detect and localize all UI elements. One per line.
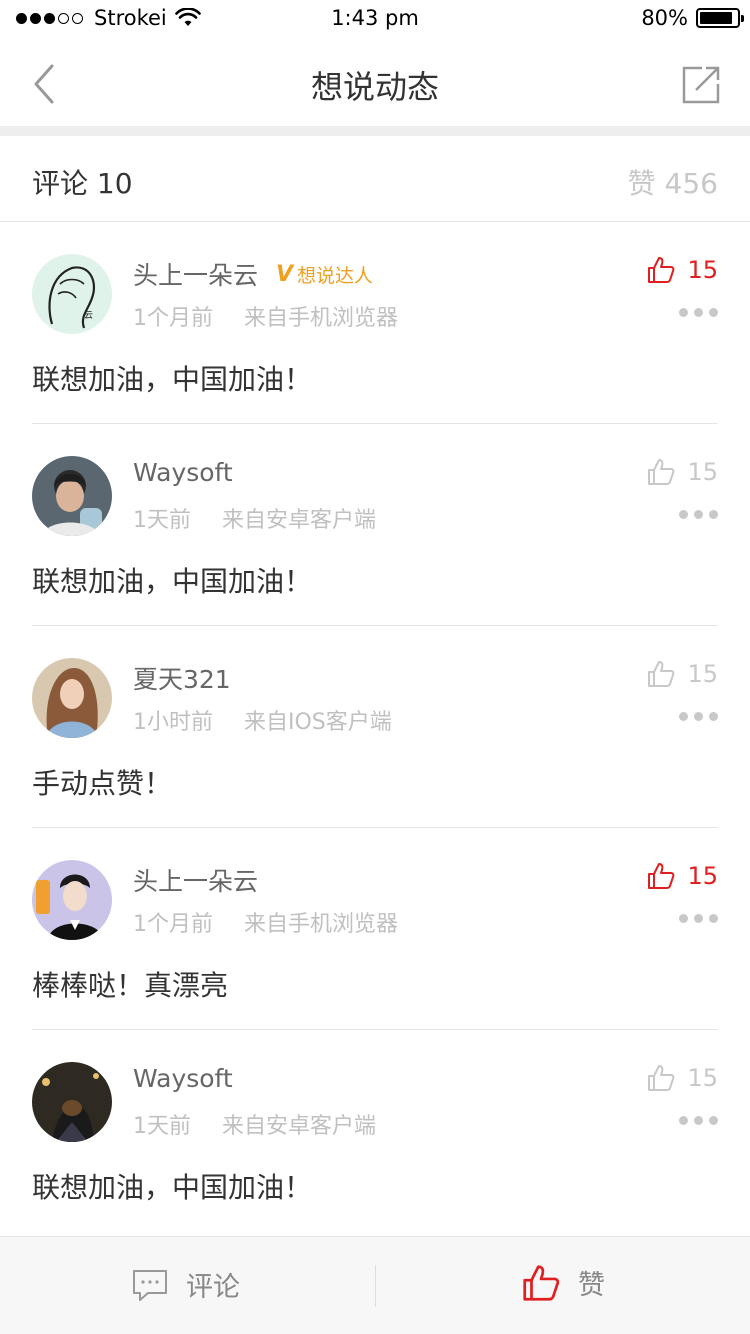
like-number: 15	[687, 862, 718, 890]
comment-item: Waysoft 1天前 来自安卓客户端 15 联想加油，中国加油！	[0, 424, 750, 626]
thumbs-up-icon	[648, 1065, 675, 1091]
status-time: 1:43 pm	[331, 6, 419, 30]
username[interactable]: Waysoft	[133, 458, 233, 487]
like-button[interactable]: 15	[647, 862, 718, 890]
username[interactable]: Waysoft	[133, 1064, 233, 1093]
like-button[interactable]: 15	[647, 1064, 718, 1092]
more-options-icon[interactable]	[673, 712, 718, 721]
avatar[interactable]	[32, 456, 112, 536]
share-icon[interactable]	[682, 66, 720, 104]
comment-meta: 1个月前 来自手机浏览器	[133, 906, 398, 938]
battery-status: 80%	[641, 6, 744, 30]
like-number: 15	[687, 660, 718, 688]
more-options-icon[interactable]	[673, 1116, 718, 1125]
comment-item: Waysoft 1天前 来自安卓客户端 15 联想加油，中国加油！	[0, 1030, 750, 1232]
username-text: Waysoft	[133, 1064, 233, 1093]
comment-list: 云 头上一朵云 V 想说达人 1个月前 来自手机浏览器 15 联想加油，中国加油…	[0, 222, 750, 1232]
thumbs-up-icon	[648, 459, 675, 485]
avatar[interactable]	[32, 1062, 112, 1142]
nav-bar: 想说动态	[0, 40, 750, 126]
like-button-label: 赞	[578, 1270, 605, 1301]
divider	[375, 1265, 376, 1307]
comment-bubble-icon	[133, 1269, 167, 1301]
comment-button-label: 评论	[186, 1272, 240, 1303]
like-action-button[interactable]: 赞	[522, 1263, 605, 1302]
like-button[interactable]: 15	[647, 660, 718, 688]
comment-meta: 1天前 来自安卓客户端	[133, 502, 376, 534]
comment-text: 联想加油，中国加油！	[32, 1171, 313, 1204]
like-count: 赞 456	[627, 167, 718, 200]
thumbs-up-icon	[648, 257, 675, 283]
battery-percent: 80%	[641, 6, 688, 30]
like-number: 15	[687, 256, 718, 284]
v-badge-icon: V	[276, 261, 294, 287]
like-number: 15	[687, 1064, 718, 1092]
username-text: 夏天321	[133, 665, 231, 694]
comment-time: 1天前	[133, 1114, 191, 1139]
more-options-icon[interactable]	[673, 308, 718, 317]
avatar[interactable]: 云	[32, 254, 112, 334]
comment-time: 1天前	[133, 508, 191, 533]
like-number: 15	[687, 458, 718, 486]
comment-text: 手动点赞！	[32, 767, 173, 800]
thumbs-up-icon	[648, 863, 675, 889]
comment-source: 来自安卓客户端	[222, 508, 377, 533]
comment-item: 云 头上一朵云 V 想说达人 1个月前 来自手机浏览器 15 联想加油，中国加油…	[0, 222, 750, 424]
bottom-action-bar: 评论 赞	[0, 1236, 750, 1334]
like-button[interactable]: 15	[647, 256, 718, 284]
count-header: 评论 10 赞 456	[0, 136, 750, 222]
comment-text: 棒棒哒！真漂亮	[32, 969, 229, 1002]
comment-time: 1个月前	[133, 912, 213, 937]
svg-text:云: 云	[84, 311, 93, 321]
username[interactable]: 头上一朵云	[133, 862, 258, 898]
comment-source: 来自手机浏览器	[244, 912, 399, 937]
comment-meta: 1小时前 来自IOS客户端	[133, 704, 392, 736]
comment-meta: 1个月前 来自手机浏览器	[133, 300, 398, 332]
comment-text: 联想加油，中国加油！	[32, 363, 313, 396]
comment-item: 头上一朵云 1个月前 来自手机浏览器 15 棒棒哒！真漂亮	[0, 828, 750, 1030]
battery-icon	[696, 8, 744, 28]
badge-label: 想说达人	[297, 264, 374, 287]
comment-button[interactable]: 评论	[132, 1265, 240, 1304]
comment-item: 夏天321 1小时前 来自IOS客户端 15 手动点赞！	[0, 626, 750, 828]
username-text: 头上一朵云	[133, 867, 259, 896]
avatar[interactable]	[32, 860, 112, 940]
avatar[interactable]	[32, 658, 112, 738]
username-text: Waysoft	[133, 458, 233, 487]
comment-source: 来自手机浏览器	[244, 306, 399, 331]
page-title: 想说动态	[310, 68, 439, 106]
section-divider	[0, 126, 750, 136]
comment-text: 联想加油，中国加油！	[32, 565, 313, 598]
comment-source: 来自安卓客户端	[222, 1114, 377, 1139]
comment-time: 1小时前	[133, 710, 213, 735]
thumbs-up-icon	[523, 1264, 560, 1301]
thumbs-up-icon	[648, 661, 675, 687]
comment-meta: 1天前 来自安卓客户端	[133, 1108, 376, 1140]
comment-time: 1个月前	[133, 306, 213, 331]
more-options-icon[interactable]	[673, 914, 718, 923]
expert-badge: V 想说达人	[276, 261, 373, 288]
username-text: 头上一朵云	[133, 261, 259, 290]
comment-source: 来自IOS客户端	[244, 710, 392, 735]
status-bar: Strokei 1:43 pm 80%	[0, 0, 750, 40]
like-button[interactable]: 15	[647, 458, 718, 486]
more-options-icon[interactable]	[673, 510, 718, 519]
username[interactable]: 头上一朵云 V 想说达人	[133, 256, 373, 292]
username[interactable]: 夏天321	[133, 660, 231, 696]
comment-count: 评论 10	[32, 167, 133, 200]
